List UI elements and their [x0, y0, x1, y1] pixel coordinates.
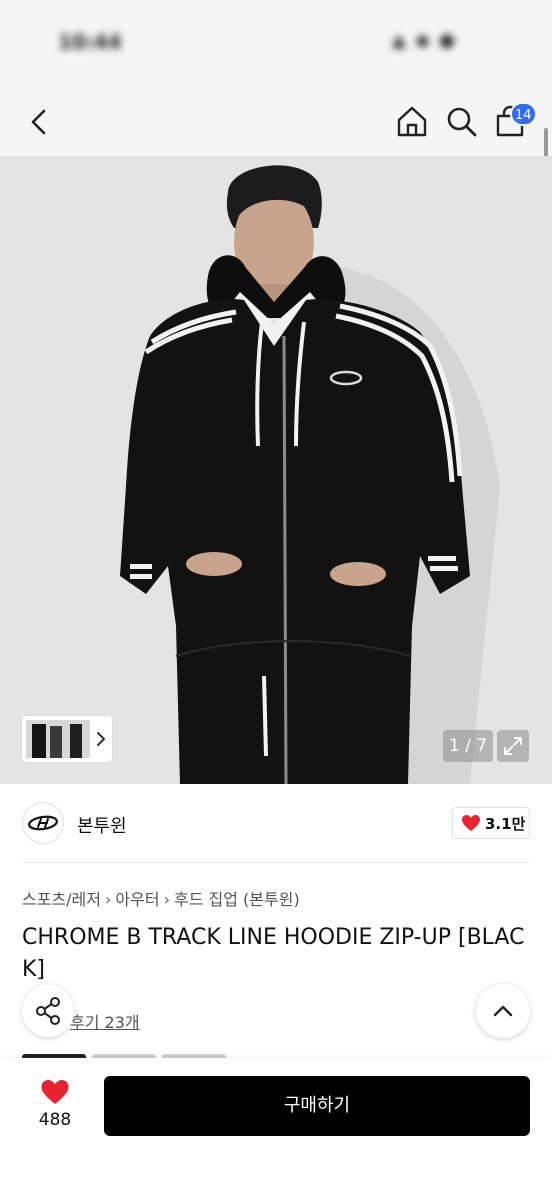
breadcrumb-item-hood-zipup[interactable]: 후드 집업 (본투윈): [174, 886, 300, 910]
hoodie-model-illustration: [0, 156, 552, 784]
brand-logo[interactable]: [22, 802, 64, 844]
cart-count-badge: 14: [510, 102, 537, 126]
breadcrumb-item-outer[interactable]: 아우터: [115, 886, 159, 910]
expand-icon: [504, 737, 522, 755]
home-icon: [397, 106, 427, 137]
chevron-up-icon: [493, 1005, 513, 1017]
search-icon: [447, 107, 477, 137]
scroll-to-top-button[interactable]: [476, 984, 530, 1038]
share-icon: [36, 997, 60, 1025]
back-button[interactable]: [22, 104, 58, 140]
thumbnail-image: [26, 720, 90, 758]
review-link[interactable]: 후기 23개: [70, 1009, 140, 1033]
buy-button[interactable]: 구매하기: [104, 1076, 530, 1136]
heart-icon: [461, 814, 481, 832]
brand-like-count: 3.1만: [485, 815, 526, 833]
brand-logo-mark: [28, 815, 58, 831]
product-title: CHROME B TRACK LINE HOODIE ZIP-UP [BLACK…: [22, 925, 525, 982]
brand-name[interactable]: 본투윈: [77, 812, 127, 838]
product-photo[interactable]: [0, 156, 552, 784]
status-time: 10:44: [58, 30, 122, 54]
breadcrumb: 스포츠/레저 › 아우터 › 후드 집업 (본투윈): [22, 886, 300, 910]
chevron-right-icon: ›: [105, 890, 112, 909]
chevron-right-icon[interactable]: [94, 730, 108, 748]
image-counter: 1 / 7: [443, 730, 493, 762]
wishlist-count: 488: [38, 1110, 72, 1130]
gallery-thumbnail[interactable]: [26, 720, 90, 758]
chevron-right-icon: ›: [163, 890, 170, 909]
breadcrumb-item-sports[interactable]: 스포츠/레저: [22, 886, 101, 910]
divider: [22, 862, 530, 863]
status-icons: ▲ ◆ ●: [392, 30, 457, 51]
fullscreen-button[interactable]: [497, 730, 529, 762]
share-button[interactable]: [22, 985, 74, 1037]
search-button[interactable]: [442, 102, 482, 142]
wishlist-heart-icon[interactable]: [40, 1078, 70, 1106]
chevron-left-icon: [31, 109, 46, 135]
home-button[interactable]: [392, 102, 432, 142]
